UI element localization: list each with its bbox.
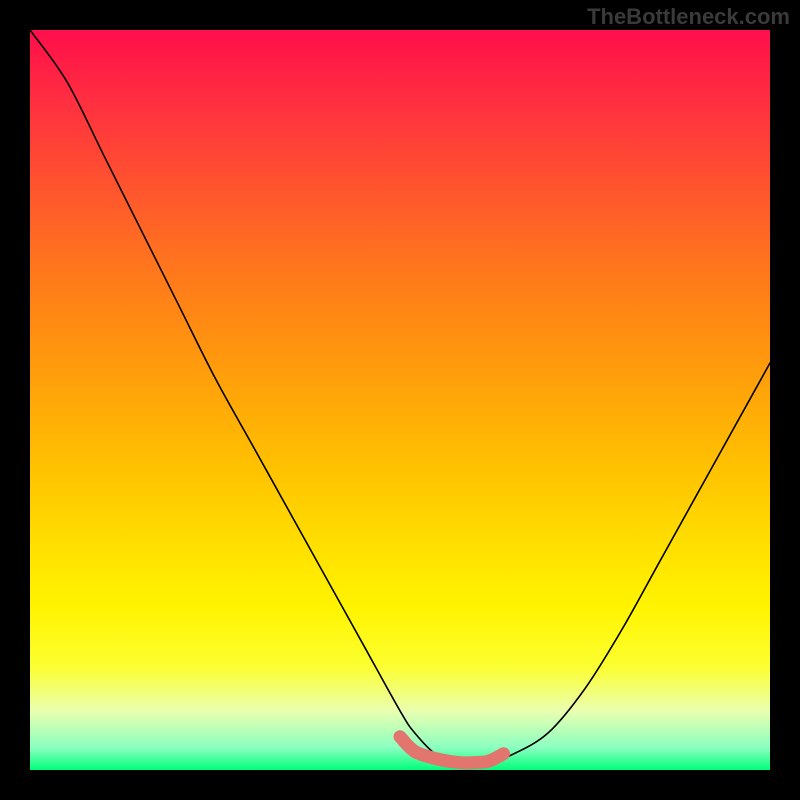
bottleneck-curve-path	[30, 30, 770, 763]
optimal-band-path	[400, 737, 504, 763]
chart-svg	[30, 30, 770, 770]
watermark-text: TheBottleneck.com	[587, 4, 790, 30]
plot-area	[30, 30, 770, 770]
